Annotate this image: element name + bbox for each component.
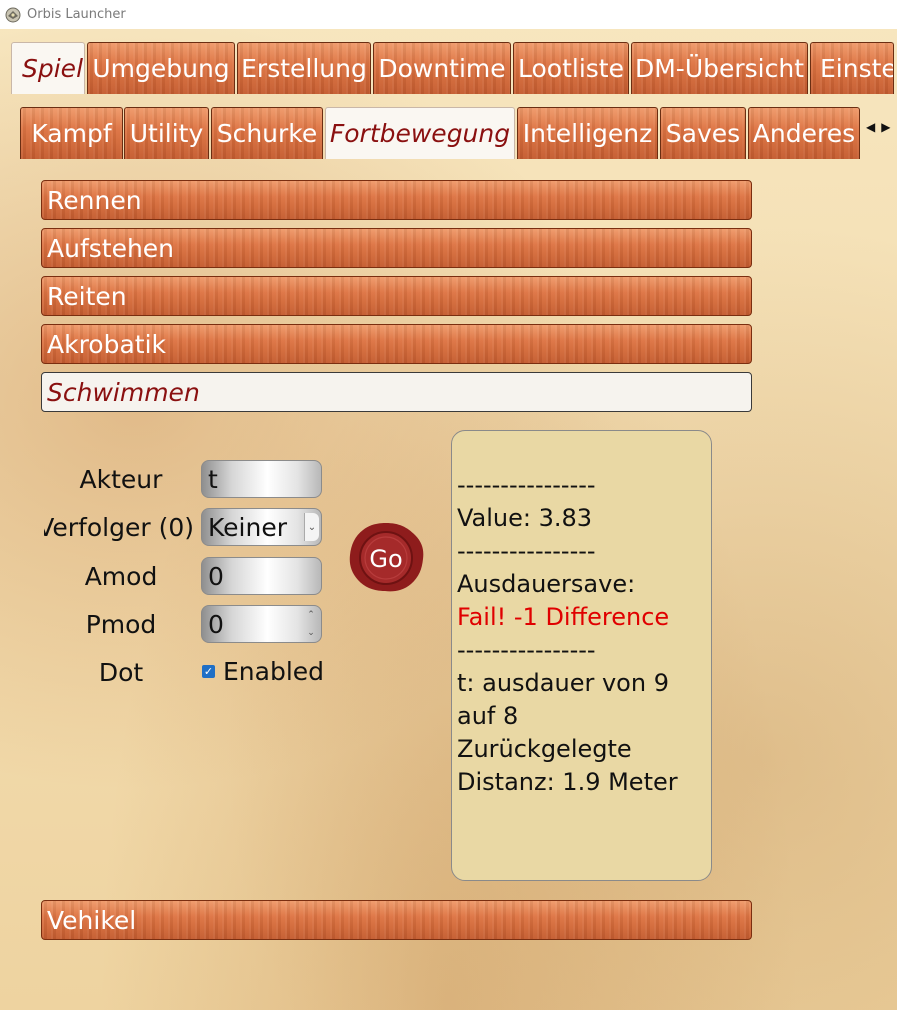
section-reiten[interactable]: Reiten [41, 276, 752, 316]
dot-checkbox-label[interactable]: Enabled [223, 657, 324, 686]
tab-intelligenz[interactable]: Intelligenz [517, 107, 658, 159]
tab-anderes[interactable]: Anderes [748, 107, 860, 159]
spinner-icon[interactable]: ⌃ ⌄ [305, 608, 317, 640]
result-save-outcome: Fail! -1 Difference [457, 603, 670, 631]
tab-fortbewegung[interactable]: Fortbewegung [325, 107, 515, 159]
sub-tab-bar: Kampf Utility Schurke Fortbewegung Intel… [20, 107, 862, 159]
result-separator: ---------------- [457, 636, 596, 664]
tab-kampf[interactable]: Kampf [20, 107, 123, 159]
result-panel: ---------------- Value: 3.83 -----------… [451, 430, 712, 881]
arrow-right-icon[interactable]: ▶ [881, 120, 890, 134]
tab-erstellung[interactable]: Erstellung [237, 42, 371, 94]
result-save-title: Ausdauersave: [457, 570, 636, 598]
section-aufstehen[interactable]: Aufstehen [41, 228, 752, 268]
dot-label: Dot [98, 658, 144, 687]
result-line: Zurückgelegte [457, 735, 632, 763]
result-separator: ---------------- [457, 471, 596, 499]
pmod-label: Pmod [85, 610, 157, 639]
tab-spieler[interactable]: Spieler [11, 42, 85, 94]
tab-schurke[interactable]: Schurke [211, 107, 323, 159]
tab-downtime[interactable]: Downtime [373, 42, 511, 94]
result-line: Distanz: 1.9 Meter [457, 768, 678, 796]
tab-umgebung[interactable]: Umgebung [87, 42, 235, 94]
tab-scroll-buttons: ◀ ▶ [866, 120, 890, 134]
verfolger-select[interactable]: Keiner ⌄ [201, 508, 322, 546]
app-logo-icon [5, 7, 21, 23]
result-value: Value: 3.83 [457, 504, 593, 532]
section-akrobatik[interactable]: Akrobatik [41, 324, 752, 364]
amod-input[interactable]: 0 [201, 557, 322, 595]
window-title: Orbis Launcher [27, 7, 126, 22]
section-rennen[interactable]: Rennen [41, 180, 752, 220]
title-bar: Orbis Launcher [0, 0, 897, 29]
tab-saves[interactable]: Saves [660, 107, 746, 159]
tab-utility[interactable]: Utility [124, 107, 209, 159]
chevron-down-icon: ⌄ [304, 513, 319, 541]
section-vehikel[interactable]: Vehikel [41, 900, 752, 940]
akteur-input[interactable]: t [201, 460, 322, 498]
tab-lootliste[interactable]: Lootliste [513, 42, 629, 94]
akteur-label: Akteur [79, 465, 163, 494]
main-tab-bar: Spieler Umgebung Erstellung Downtime Loo… [11, 42, 896, 94]
dot-checkbox[interactable]: ✓ [202, 665, 215, 678]
result-line: t: ausdauer von 9 [457, 669, 669, 697]
pmod-stepper[interactable]: 0 ⌃ ⌄ [201, 605, 322, 643]
result-separator: ---------------- [457, 537, 596, 565]
section-schwimmen[interactable]: Schwimmen [41, 372, 752, 412]
amod-label: Amod [84, 562, 158, 591]
verfolger-label: Verfolger (0) [44, 513, 194, 542]
tab-einstellungen[interactable]: Einstellungen [810, 42, 894, 94]
result-line: auf 8 [457, 702, 519, 730]
arrow-left-icon[interactable]: ◀ [866, 120, 875, 134]
tab-dm-uebersicht[interactable]: DM-Übersicht [631, 42, 808, 94]
go-button[interactable]: Go [347, 521, 425, 593]
